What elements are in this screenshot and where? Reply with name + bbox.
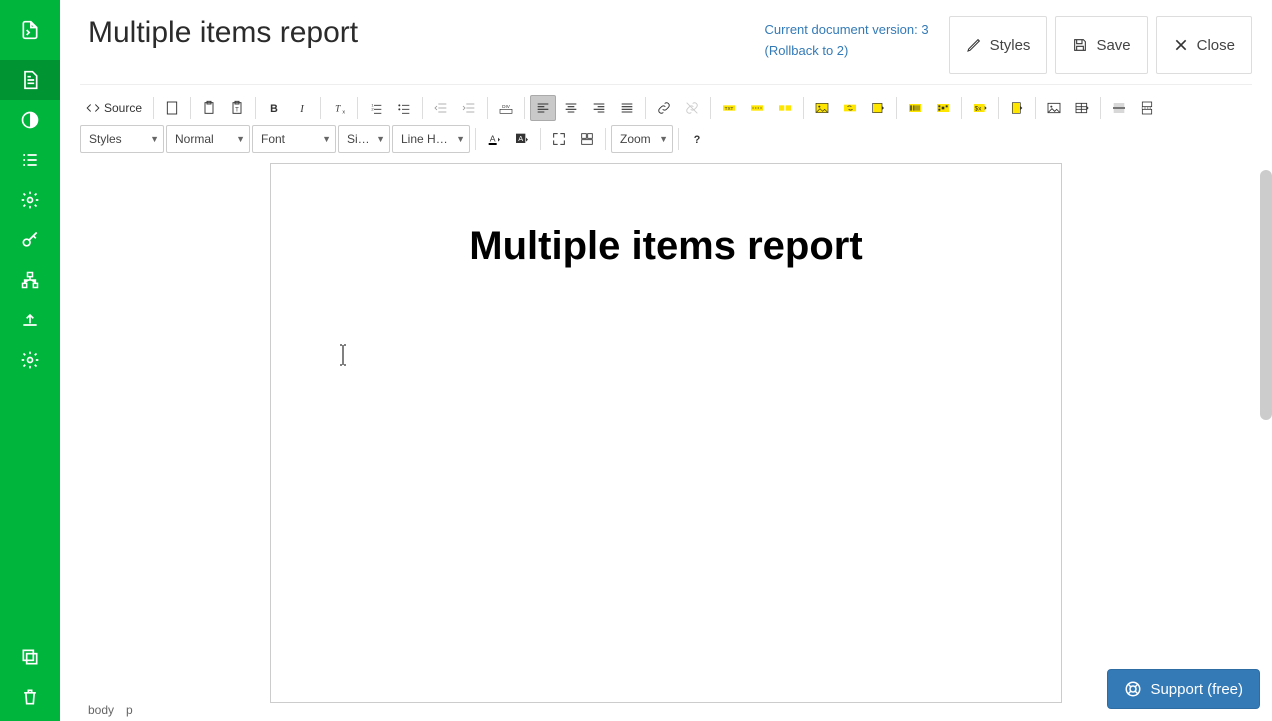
align-justify-button[interactable] [614,95,640,121]
svg-text:x: x [342,109,345,115]
svg-text:I: I [299,104,304,115]
page-template-button[interactable] [1004,95,1030,121]
maximize-button[interactable] [546,126,572,152]
styles-button[interactable]: Styles [949,16,1048,74]
left-sidebar [0,0,60,721]
remove-format-button[interactable]: Tx [326,95,352,121]
hilite-dash-button[interactable] [744,95,770,121]
svg-text:?: ? [694,134,701,146]
indent-button[interactable] [456,95,482,121]
zoom-combo[interactable]: Zoom▼ [611,125,673,153]
barcode-button[interactable] [902,95,928,121]
sidebar-item-upload[interactable] [0,300,60,340]
sidebar-item-document[interactable] [0,60,60,100]
table-button[interactable] [1069,95,1095,121]
new-page-button[interactable] [159,95,185,121]
svg-text:A: A [490,134,496,144]
unlink-button[interactable] [679,95,705,121]
svg-text:2: 2 [371,107,374,112]
document-title[interactable]: Multiple items report [331,224,1001,269]
chevron-down-icon: ▼ [456,134,465,144]
scrollbar[interactable] [1260,170,1272,420]
chevron-down-icon: ▼ [376,134,385,144]
version-line-2: (Rollback to 2) [765,41,929,62]
bold-button[interactable]: B [261,95,287,121]
help-button[interactable]: ? [684,126,710,152]
svg-text:B: B [270,103,278,115]
lifebuoy-icon [1124,680,1142,698]
breadcrumb-body[interactable]: body [88,703,114,717]
x-icon [1173,37,1189,53]
show-blocks-button[interactable] [574,126,600,152]
sidebar-item-contrast[interactable] [0,100,60,140]
breadcrumb: body p [88,703,133,717]
sidebar-item-gear2[interactable] [0,340,60,380]
align-right-button[interactable] [586,95,612,121]
close-button[interactable]: Close [1156,16,1252,74]
hr-button[interactable] [1106,95,1132,121]
hilite-blocks-button[interactable] [772,95,798,121]
version-info[interactable]: Current document version: 3 (Rollback to… [765,16,929,62]
sidebar-item-key[interactable] [0,220,60,260]
sidebar-item-sitemap[interactable] [0,260,60,300]
image-button[interactable] [1041,95,1067,121]
align-left-button[interactable] [530,95,556,121]
text-color-button[interactable]: A [481,126,507,152]
sidebar-item-list[interactable] [0,140,60,180]
save-button[interactable]: Save [1055,16,1147,74]
breadcrumb-p[interactable]: p [126,703,133,717]
bullet-list-button[interactable] [391,95,417,121]
sidebar-item-trash[interactable] [0,677,60,717]
header: Multiple items report Current document v… [60,0,1272,84]
source-icon [86,101,100,115]
version-line-1: Current document version: 3 [765,20,929,41]
format-combo[interactable]: Normal▼ [166,125,250,153]
insert-anchor-button[interactable] [837,95,863,121]
svg-text:T: T [235,107,239,113]
outdent-button[interactable] [428,95,454,121]
editor-toolbar: Source T B I Tx 12 DIV TXT [60,91,1272,153]
text-cursor [340,344,341,364]
support-button[interactable]: Support (free) [1107,669,1260,709]
insert-image-button[interactable] [809,95,835,121]
styles-combo[interactable]: Styles▼ [80,125,164,153]
page-title: Multiple items report [88,16,765,50]
insert-template-button[interactable] [865,95,891,121]
svg-text:TXT: TXT [725,106,734,111]
hilite-txt-button[interactable]: TXT [716,95,742,121]
paste-button[interactable] [196,95,222,121]
svg-text:$x: $x [975,106,983,113]
align-center-button[interactable] [558,95,584,121]
svg-text:T: T [335,104,341,114]
bg-color-button[interactable]: A [509,126,535,152]
link-button[interactable] [651,95,677,121]
currency-button[interactable]: $x [967,95,993,121]
paste-text-button[interactable]: T [224,95,250,121]
pen-icon [966,37,982,53]
document-page[interactable]: Multiple items report [270,163,1062,703]
numbered-list-button[interactable]: 12 [363,95,389,121]
size-combo[interactable]: Size▼ [338,125,390,153]
chevron-down-icon: ▼ [236,134,245,144]
font-combo[interactable]: Font▼ [252,125,336,153]
div-button[interactable]: DIV [493,95,519,121]
pagebreak-button[interactable] [1134,95,1160,121]
floppy-icon [1072,37,1088,53]
chevron-down-icon: ▼ [659,134,668,144]
italic-button[interactable]: I [289,95,315,121]
chevron-down-icon: ▼ [322,134,331,144]
chevron-down-icon: ▼ [150,134,159,144]
sidebar-item-gear1[interactable] [0,180,60,220]
svg-text:DIV: DIV [502,104,511,109]
svg-text:A: A [518,134,523,143]
sidebar-item-copy[interactable] [0,637,60,677]
lineheight-combo[interactable]: Line Hei...▼ [392,125,470,153]
qrcode-button[interactable] [930,95,956,121]
source-button[interactable]: Source [80,95,148,121]
sidebar-logo[interactable] [0,0,60,60]
editor-canvas[interactable]: Multiple items report [80,163,1252,721]
